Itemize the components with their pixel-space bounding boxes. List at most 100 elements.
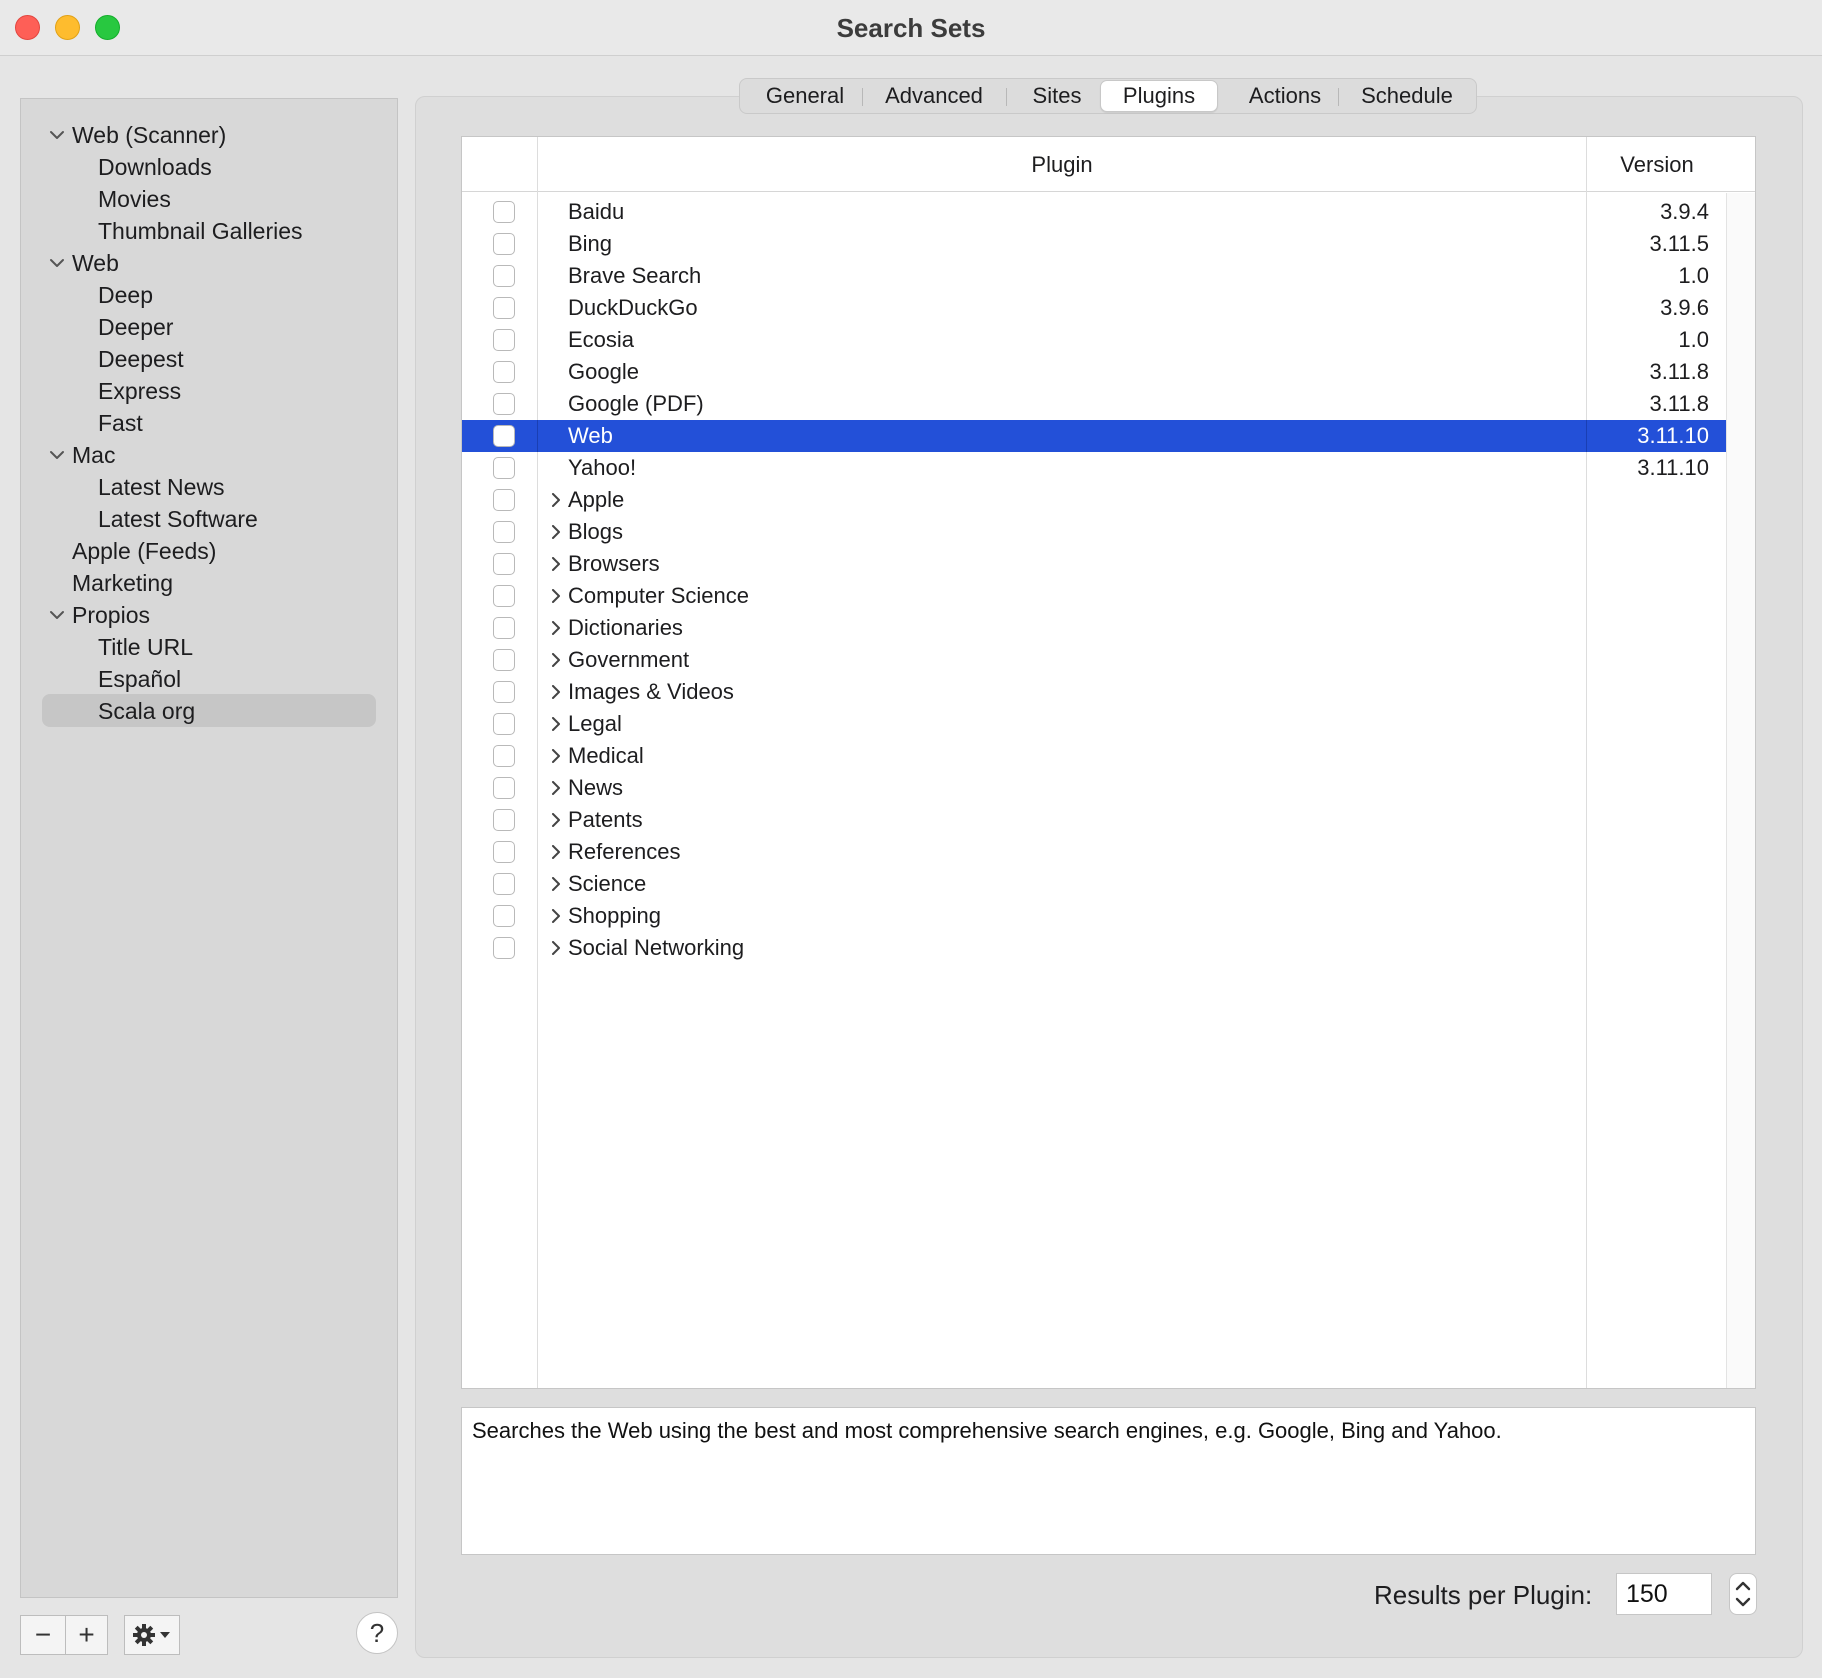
plugin-group-row[interactable]: Browsers (462, 548, 1726, 580)
plugin-group-row[interactable]: News (462, 772, 1726, 804)
plugin-row[interactable]: Baidu 3.9.4 (462, 196, 1726, 228)
chevron-down-icon[interactable] (49, 257, 65, 269)
results-per-plugin-field[interactable]: 150 (1616, 1573, 1712, 1615)
plugin-group-row[interactable]: Science (462, 868, 1726, 900)
plugin-group-row[interactable]: Social Networking (462, 932, 1726, 964)
plugin-group-row[interactable]: Images & Videos (462, 676, 1726, 708)
help-button[interactable]: ? (356, 1612, 398, 1654)
chevron-right-icon[interactable] (550, 525, 562, 539)
add-set-button[interactable]: + (65, 1615, 108, 1655)
chevron-right-icon[interactable] (550, 877, 562, 891)
chevron-right-icon[interactable] (550, 685, 562, 699)
plugin-checkbox[interactable] (493, 425, 515, 447)
sidebar-item-deep[interactable]: Deep (21, 279, 397, 311)
plugin-checkbox[interactable] (493, 809, 515, 831)
plugin-row[interactable]: Yahoo! 3.11.10 (462, 452, 1726, 484)
chevron-right-icon[interactable] (550, 621, 562, 635)
plugin-row[interactable]: DuckDuckGo 3.9.6 (462, 292, 1726, 324)
sidebar-item-web[interactable]: Web (21, 247, 397, 279)
chevron-down-icon[interactable] (49, 609, 65, 621)
sidebar-item-mac[interactable]: Mac (21, 439, 397, 471)
tab-schedule[interactable]: Schedule (1340, 79, 1474, 113)
plugin-row[interactable]: Google (PDF) 3.11.8 (462, 388, 1726, 420)
sidebar-item-title-url[interactable]: Title URL (21, 631, 397, 663)
plugin-group-row[interactable]: Medical (462, 740, 1726, 772)
plugin-group-row[interactable]: Blogs (462, 516, 1726, 548)
chevron-right-icon[interactable] (550, 557, 562, 571)
vertical-scrollbar[interactable] (1726, 193, 1755, 1388)
plugin-checkbox[interactable] (493, 521, 515, 543)
sidebar-item-fast[interactable]: Fast (21, 407, 397, 439)
plugin-checkbox[interactable] (493, 489, 515, 511)
plugin-group-row[interactable]: Apple (462, 484, 1726, 516)
plugin-checkbox[interactable] (493, 617, 515, 639)
sidebar-item-web-scanner[interactable]: Web (Scanner) (21, 119, 397, 151)
chevron-right-icon[interactable] (550, 845, 562, 859)
sidebar-item-deepest[interactable]: Deepest (21, 343, 397, 375)
tab-advanced[interactable]: Advanced (864, 79, 1004, 113)
plugin-row[interactable]: Brave Search 1.0 (462, 260, 1726, 292)
plugin-checkbox[interactable] (493, 681, 515, 703)
sidebar-item-downloads[interactable]: Downloads (21, 151, 397, 183)
plugin-group-row[interactable]: Patents (462, 804, 1726, 836)
sidebar-item-latest-news[interactable]: Latest News (21, 471, 397, 503)
sidebar-item-latest-software[interactable]: Latest Software (21, 503, 397, 535)
plugin-checkbox[interactable] (493, 745, 515, 767)
plugin-checkbox[interactable] (493, 201, 515, 223)
tab-sites[interactable]: Sites (1008, 79, 1106, 113)
sidebar-item-deeper[interactable]: Deeper (21, 311, 397, 343)
chevron-right-icon[interactable] (550, 781, 562, 795)
plugin-checkbox[interactable] (493, 265, 515, 287)
sidebar-item-express[interactable]: Express (21, 375, 397, 407)
action-menu-button[interactable] (124, 1615, 180, 1655)
chevron-down-icon[interactable] (49, 449, 65, 461)
plugin-group-row[interactable]: Dictionaries (462, 612, 1726, 644)
plugin-group-row[interactable]: Shopping (462, 900, 1726, 932)
tab-plugins[interactable]: Plugins (1100, 80, 1218, 112)
results-per-plugin-stepper[interactable] (1729, 1573, 1757, 1615)
sidebar-item-marketing[interactable]: Marketing (21, 567, 397, 599)
plugin-checkbox[interactable] (493, 649, 515, 671)
tab-actions[interactable]: Actions (1220, 79, 1350, 113)
plugin-group-row[interactable]: References (462, 836, 1726, 868)
sidebar-item-propios[interactable]: Propios (21, 599, 397, 631)
plugin-group-row[interactable]: Government (462, 644, 1726, 676)
plugin-checkbox[interactable] (493, 905, 515, 927)
chevron-right-icon[interactable] (550, 717, 562, 731)
chevron-right-icon[interactable] (550, 653, 562, 667)
plugin-group-row[interactable]: Legal (462, 708, 1726, 740)
plugin-checkbox[interactable] (493, 937, 515, 959)
plugin-row[interactable]: Bing 3.11.5 (462, 228, 1726, 260)
plugin-checkbox[interactable] (493, 553, 515, 575)
plugin-group-row[interactable]: Computer Science (462, 580, 1726, 612)
plugins-table[interactable]: Plugin Version Baidu 3.9.4 Bing 3.11.5 Brave… (461, 136, 1756, 1389)
sidebar-item-espa-ol[interactable]: Español (21, 663, 397, 695)
sidebar-item-apple-feeds[interactable]: Apple (Feeds) (21, 535, 397, 567)
version-column-header[interactable]: Version (1587, 137, 1727, 192)
plugin-checkbox[interactable] (493, 841, 515, 863)
plugin-checkbox[interactable] (493, 457, 515, 479)
plugin-column-header[interactable]: Plugin (538, 137, 1586, 192)
plugin-checkbox[interactable] (493, 713, 515, 735)
tab-general[interactable]: General (746, 79, 864, 113)
chevron-right-icon[interactable] (550, 813, 562, 827)
chevron-right-icon[interactable] (550, 941, 562, 955)
chevron-right-icon[interactable] (550, 909, 562, 923)
plugin-checkbox[interactable] (493, 873, 515, 895)
search-sets-sidebar[interactable]: Web (Scanner) Downloads Movies Thumbnail Ga… (20, 98, 398, 1598)
plugin-checkbox[interactable] (493, 329, 515, 351)
plugin-row[interactable]: Ecosia 1.0 (462, 324, 1726, 356)
chevron-down-icon[interactable] (49, 129, 65, 141)
plugin-checkbox[interactable] (493, 233, 515, 255)
plugin-checkbox[interactable] (493, 393, 515, 415)
plugin-checkbox[interactable] (493, 297, 515, 319)
sidebar-item-movies[interactable]: Movies (21, 183, 397, 215)
chevron-right-icon[interactable] (550, 749, 562, 763)
plugin-checkbox[interactable] (493, 777, 515, 799)
sidebar-item-scala-org[interactable]: Scala org (21, 694, 397, 727)
sidebar-item-thumbnail-galleries[interactable]: Thumbnail Galleries (21, 215, 397, 247)
plugin-checkbox[interactable] (493, 361, 515, 383)
plugin-checkbox[interactable] (493, 585, 515, 607)
remove-set-button[interactable]: − (20, 1615, 66, 1655)
plugin-row[interactable]: Google 3.11.8 (462, 356, 1726, 388)
